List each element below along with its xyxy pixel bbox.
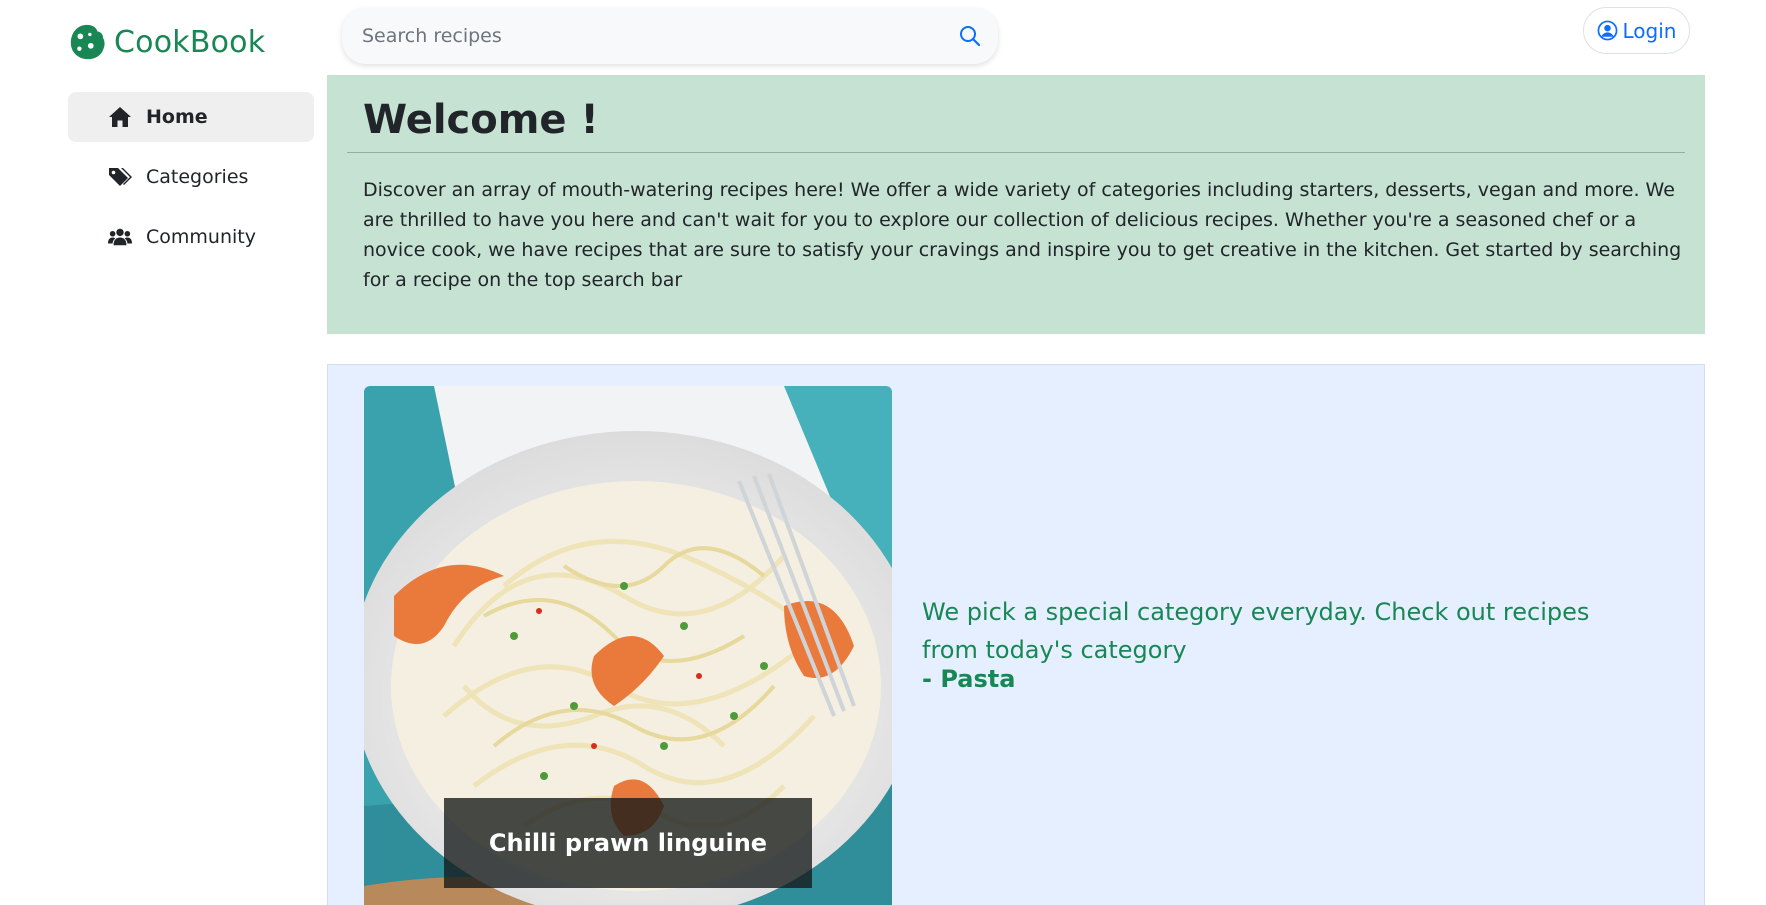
featured-category-text: We pick a special category everyday. Che…: [922, 593, 1642, 693]
sidebar: Home Categories Community: [68, 92, 314, 272]
brand-logo[interactable]: CookBook: [68, 22, 265, 62]
search-icon: [960, 26, 981, 47]
daily-category-message: We pick a special category everyday. Che…: [922, 598, 1590, 664]
search-bar: [342, 8, 998, 64]
sidebar-item-label: Categories: [146, 166, 249, 188]
welcome-text: Discover an array of mouth-watering reci…: [363, 179, 1682, 291]
featured-category-section: Chilli prawn linguine We pick a special …: [327, 364, 1705, 905]
sidebar-item-community[interactable]: Community: [68, 212, 314, 262]
recipe-caption: Chilli prawn linguine: [444, 798, 812, 888]
user-circle-icon: [1597, 20, 1617, 41]
brand-name: CookBook: [114, 24, 266, 60]
sidebar-item-home[interactable]: Home: [68, 92, 314, 142]
cookie-icon: [70, 24, 105, 60]
login-button[interactable]: Login: [1583, 7, 1690, 54]
welcome-section: Welcome ! Discover an array of mouth-wat…: [327, 75, 1705, 334]
users-icon: [108, 228, 132, 246]
tags-icon: [109, 168, 132, 186]
sidebar-item-label: Community: [146, 226, 256, 248]
search-input[interactable]: [342, 8, 942, 64]
sidebar-item-categories[interactable]: Categories: [68, 152, 314, 202]
sidebar-item-label: Home: [146, 106, 208, 128]
recipe-title: Chilli prawn linguine: [488, 829, 768, 857]
welcome-divider: [347, 152, 1685, 153]
welcome-title: Welcome !: [363, 97, 599, 143]
home-icon: [109, 107, 131, 127]
featured-recipe-card[interactable]: Chilli prawn linguine: [364, 386, 892, 905]
search-button[interactable]: [942, 8, 998, 64]
featured-category-link[interactable]: - Pasta: [922, 665, 1642, 693]
login-label: Login: [1622, 18, 1677, 43]
